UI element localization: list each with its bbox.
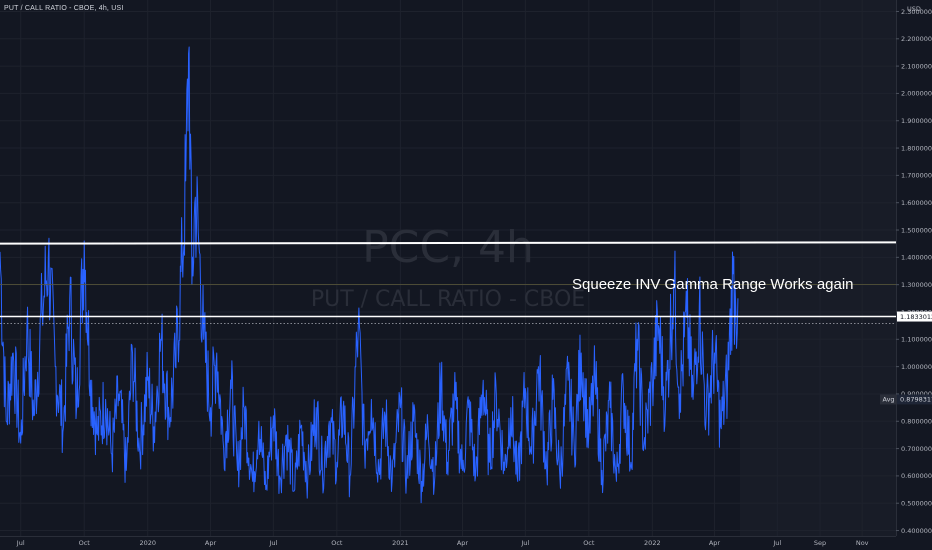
- legend: PUT / CALL RATIO - CBOE, 4h, USI: [4, 5, 124, 12]
- chart[interactable]: PCC, 4h PUT / CALL RATIO - CBOE Squeeze …: [0, 0, 932, 550]
- y-tick-label: 0.7000000: [901, 445, 932, 453]
- x-tick-label: Jul: [772, 539, 781, 547]
- x-tick-label: Jul: [16, 539, 25, 547]
- y-tick-label: 2.1000000: [901, 62, 932, 70]
- x-tick-label: Jul: [268, 539, 277, 547]
- x-tick-label: 2022: [644, 539, 661, 547]
- x-tick-label: Apr: [205, 539, 217, 547]
- annotation-text[interactable]: Squeeze INV Gamma Range Works again: [572, 276, 854, 293]
- x-tick-label: Apr: [457, 539, 469, 547]
- x-axis-background: [0, 536, 896, 550]
- y-axis[interactable]: USD 0.40000000.50000000.60000000.7000000…: [896, 0, 932, 550]
- y-tick-label: 1.8000000: [901, 144, 932, 152]
- y-tick-label: 1.4000000: [901, 254, 932, 262]
- x-axis[interactable]: Jul Oct 2020 Apr Jul Oct 2021 Apr Jul Oct 2022 Apr J…: [0, 536, 896, 550]
- y-tick-label: 1.9000000: [901, 117, 932, 125]
- x-tick-label: Jul: [520, 539, 529, 547]
- x-tick-label: 2021: [392, 539, 409, 547]
- price-tag-value: 1.1833012: [900, 313, 932, 321]
- x-tick-label: Oct: [79, 539, 91, 547]
- y-tick-label: 1.7000000: [901, 172, 932, 180]
- y-tick-label: 1.0000000: [901, 363, 932, 371]
- x-tick-label: Sep: [814, 539, 826, 547]
- x-tick-label: Nov: [856, 539, 869, 547]
- watermark-symbol: PCC, 4h: [362, 222, 534, 273]
- y-tick-label: 1.6000000: [901, 199, 932, 207]
- y-tick-label: 2.2000000: [901, 35, 932, 43]
- x-tick-label: Oct: [583, 539, 595, 547]
- x-tick-label: 2020: [139, 539, 156, 547]
- avg-tag-label: Avg: [883, 396, 895, 404]
- y-tick-label: 1.1000000: [901, 336, 932, 344]
- y-tick-label: 1.3000000: [901, 281, 932, 289]
- y-tick-label: 1.5000000: [901, 226, 932, 234]
- y-tick-label: 0.5000000: [901, 500, 932, 508]
- future-area: [739, 0, 896, 536]
- x-tick-label: Oct: [331, 539, 343, 547]
- y-axis-background: [896, 0, 932, 550]
- x-tick-label: Apr: [709, 539, 721, 547]
- y-tick-label: 2.3000000: [901, 8, 932, 16]
- y-tick-label: 0.8000000: [901, 418, 932, 426]
- y-tick-label: 0.4000000: [901, 527, 932, 535]
- resistance-line[interactable]: [0, 241, 897, 245]
- y-tick-label: 0.6000000: [901, 472, 932, 480]
- y-tick-label: 2.0000000: [901, 90, 932, 98]
- watermark-name: PUT / CALL RATIO - CBOE: [311, 287, 585, 312]
- axis-corner: [896, 536, 932, 550]
- avg-value: 0.8798317: [900, 396, 932, 404]
